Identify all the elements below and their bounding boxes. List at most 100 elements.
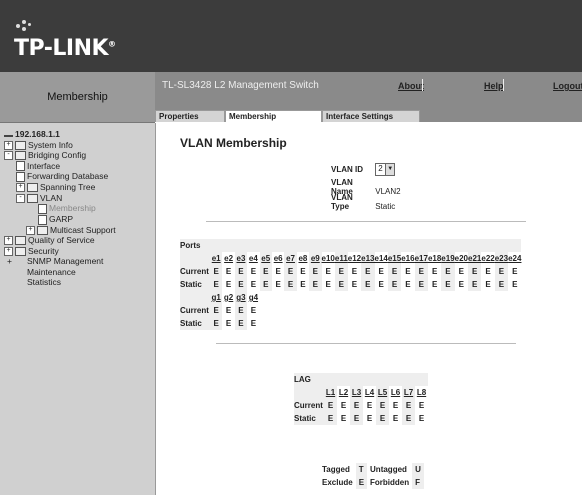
tree-item-system-info[interactable]: + System Info: [4, 140, 116, 151]
port-static-cell[interactable]: E: [361, 278, 375, 291]
tree-root[interactable]: 192.168.1.1: [4, 129, 116, 140]
logout-link[interactable]: Logout: [553, 81, 582, 91]
port-current-cell: E: [414, 265, 428, 278]
port-static-cell[interactable]: E: [334, 278, 348, 291]
lag-static-cell[interactable]: E: [415, 412, 428, 425]
port-current-cell: E: [361, 265, 375, 278]
collapse-icon[interactable]: -: [4, 151, 13, 161]
lag-static-cell[interactable]: E: [402, 412, 415, 425]
expand-icon[interactable]: +: [4, 140, 13, 150]
port-static-cell[interactable]: E: [494, 278, 509, 291]
port-static-cell[interactable]: E: [414, 278, 428, 291]
port-current-cell: E: [234, 265, 248, 278]
port-static-cell[interactable]: E: [297, 278, 309, 291]
port-static-cell[interactable]: E: [234, 317, 248, 330]
port-static-cell[interactable]: E: [455, 278, 468, 291]
lag-static-cell[interactable]: E: [363, 412, 376, 425]
port-static-cell[interactable]: E: [247, 278, 259, 291]
port-current-cell: E: [284, 265, 297, 278]
page-icon: [16, 172, 25, 182]
legend-untagged-key: U: [412, 463, 424, 476]
tab-membership[interactable]: Membership: [225, 110, 322, 122]
tree-item-snmp-management[interactable]: + SNMP Management: [4, 256, 116, 267]
tree-item-label: Bridging Config: [28, 150, 87, 160]
lag-static-cell[interactable]: E: [337, 412, 350, 425]
main-content: VLAN Membership VLAN ID 2 ▼ VLAN Name VLA…: [156, 123, 582, 495]
port-static-cell[interactable]: E: [508, 278, 521, 291]
tree-item-bridging-config[interactable]: - Bridging Config: [4, 150, 116, 161]
port-static-cell[interactable]: E: [259, 278, 272, 291]
port-static-cell[interactable]: E: [348, 278, 361, 291]
lag-header: L2: [338, 388, 349, 397]
port-static-cell[interactable]: E: [272, 278, 284, 291]
port-static-cell[interactable]: E: [375, 278, 388, 291]
port-static-cell[interactable]: E: [309, 278, 322, 291]
tree-item-label: VLAN: [40, 192, 63, 203]
about-link[interactable]: About: [398, 81, 424, 91]
lag-static-cell[interactable]: E: [324, 412, 337, 425]
port-current-cell: E: [334, 265, 348, 278]
tree-item-statistics[interactable]: Statistics: [4, 277, 116, 288]
expand-icon[interactable]: +: [16, 183, 25, 193]
port-static-cell[interactable]: E: [481, 278, 494, 291]
port-static-cell[interactable]: E: [401, 278, 414, 291]
port-header: e10: [321, 254, 335, 263]
port-header: g1: [210, 291, 223, 304]
lag-static-cell[interactable]: E: [350, 412, 363, 425]
port-static-cell[interactable]: E: [441, 278, 455, 291]
tree-item-security[interactable]: + Security: [4, 246, 116, 257]
port-header: e16: [401, 254, 415, 263]
page-title: VLAN Membership: [180, 136, 287, 150]
tree-item-label: Maintenance: [27, 266, 76, 277]
port-header: e12: [347, 254, 362, 263]
port-current-cell: E: [378, 267, 384, 276]
tree-item-maintenance[interactable]: Maintenance: [4, 267, 116, 278]
expand-icon[interactable]: +: [6, 256, 13, 267]
port-static-cell[interactable]: E: [428, 278, 441, 291]
port-static-cell[interactable]: E: [284, 278, 297, 291]
tree-item-spanning-tree[interactable]: + Spanning Tree: [4, 182, 116, 193]
port-static-cell[interactable]: E: [387, 278, 402, 291]
port-static-cell[interactable]: E: [247, 317, 259, 330]
corner-cell: [180, 252, 210, 265]
tree-item-vlan[interactable]: - VLAN: [4, 193, 116, 204]
port-header: e13: [361, 252, 375, 265]
row-label-static: Static: [180, 317, 210, 330]
port-current-cell: E: [210, 304, 223, 317]
expand-icon[interactable]: +: [4, 246, 13, 256]
lag-static-cell[interactable]: E: [389, 412, 402, 425]
tree-item-quality-of-service[interactable]: + Quality of Service: [4, 235, 116, 246]
port-static-cell[interactable]: E: [210, 317, 223, 330]
expand-icon[interactable]: +: [4, 236, 13, 246]
vlan-id-select[interactable]: 2 ▼: [375, 163, 396, 176]
port-static-cell[interactable]: E: [222, 278, 234, 291]
tree-item-label: Forwarding Database: [27, 171, 109, 182]
tree-item-interface[interactable]: Interface: [4, 161, 116, 172]
chevron-down-icon[interactable]: ▼: [385, 164, 395, 175]
port-current-cell: E: [494, 265, 509, 278]
help-link[interactable]: Help: [484, 81, 504, 91]
row-label-static: Static: [180, 278, 210, 291]
port-static-cell[interactable]: E: [210, 278, 223, 291]
collapse-icon[interactable]: -: [16, 193, 25, 203]
tree-item-forwarding-database[interactable]: Forwarding Database: [4, 171, 116, 182]
port-static-cell[interactable]: E: [234, 278, 248, 291]
vlan-settings: VLAN ID 2 ▼ VLAN Name VLAN2 VLAN Type Sta…: [331, 163, 401, 211]
port-header: g3: [234, 291, 248, 304]
tree-item-garp[interactable]: GARP: [4, 214, 116, 225]
tab-properties[interactable]: Properties: [155, 110, 225, 122]
port-header: e22: [481, 254, 495, 263]
lag-title: LAG: [294, 373, 428, 386]
port-header: e1: [210, 252, 223, 265]
lag-static-cell[interactable]: E: [376, 412, 389, 425]
expand-icon[interactable]: +: [26, 225, 35, 235]
port-static-cell[interactable]: E: [222, 317, 234, 330]
lag-header: L6: [390, 388, 401, 397]
tab-interface-settings[interactable]: Interface Settings: [322, 110, 420, 122]
tree-item-membership[interactable]: Membership: [4, 203, 116, 214]
tree-item-multicast-support[interactable]: + Multicast Support: [4, 225, 116, 236]
tree-item-label: Statistics: [27, 277, 62, 287]
port-static-cell[interactable]: E: [322, 278, 335, 291]
port-current-cell: E: [225, 267, 232, 276]
port-static-cell[interactable]: E: [468, 278, 482, 291]
